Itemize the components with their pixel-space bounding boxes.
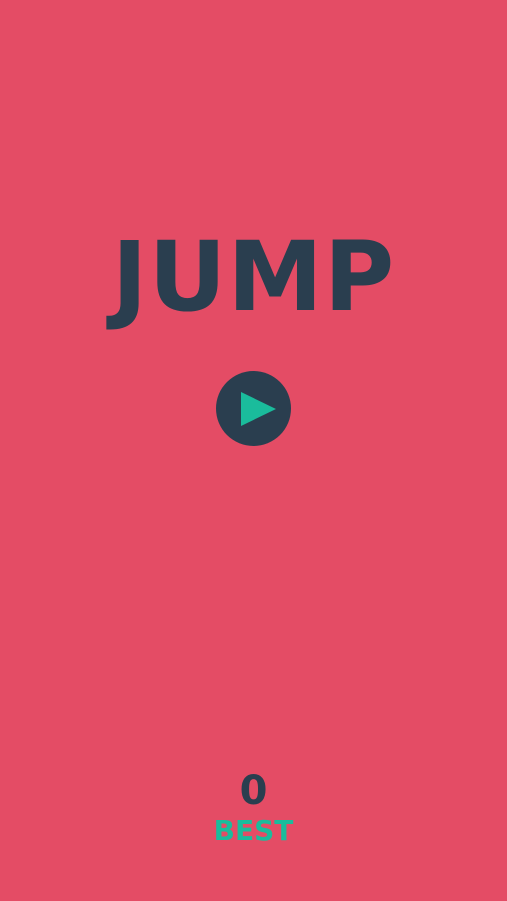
game-title: JUMP: [111, 221, 396, 333]
best-score-label: BEST: [213, 814, 294, 847]
play-icon: [241, 392, 276, 426]
best-score-value: 0: [239, 768, 268, 814]
play-button[interactable]: [216, 371, 291, 446]
game-screen: JUMP 0 BEST: [0, 0, 507, 901]
